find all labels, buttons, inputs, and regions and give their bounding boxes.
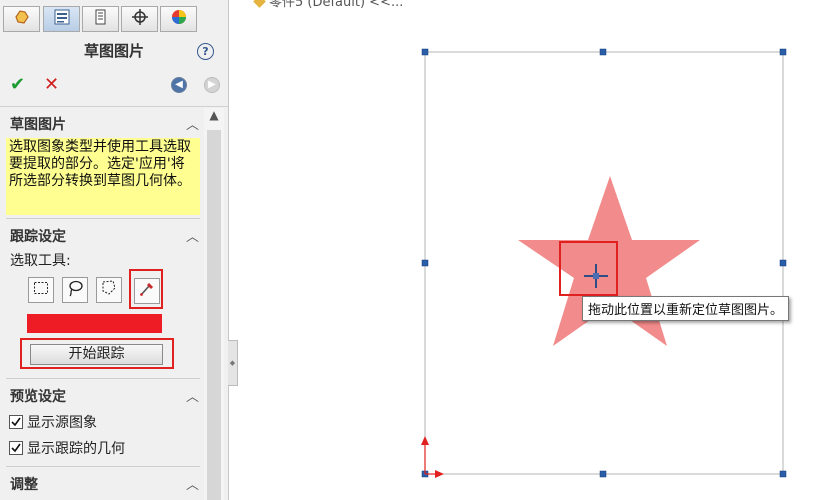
handle-bottom-middle[interactable] bbox=[599, 470, 607, 478]
handle-top-middle[interactable] bbox=[599, 48, 607, 56]
graphics-canvas[interactable] bbox=[0, 0, 832, 500]
reposition-tooltip: 拖动此位置以重新定位草图图片。 bbox=[582, 296, 790, 321]
handle-top-right[interactable] bbox=[779, 48, 787, 56]
handle-middle-right[interactable] bbox=[779, 259, 787, 267]
cursor-highlight bbox=[559, 241, 618, 296]
handle-top-left[interactable] bbox=[421, 48, 429, 56]
handle-bottom-right[interactable] bbox=[779, 470, 787, 478]
handle-middle-left[interactable] bbox=[421, 259, 429, 267]
origin-axes-icon bbox=[421, 436, 444, 478]
